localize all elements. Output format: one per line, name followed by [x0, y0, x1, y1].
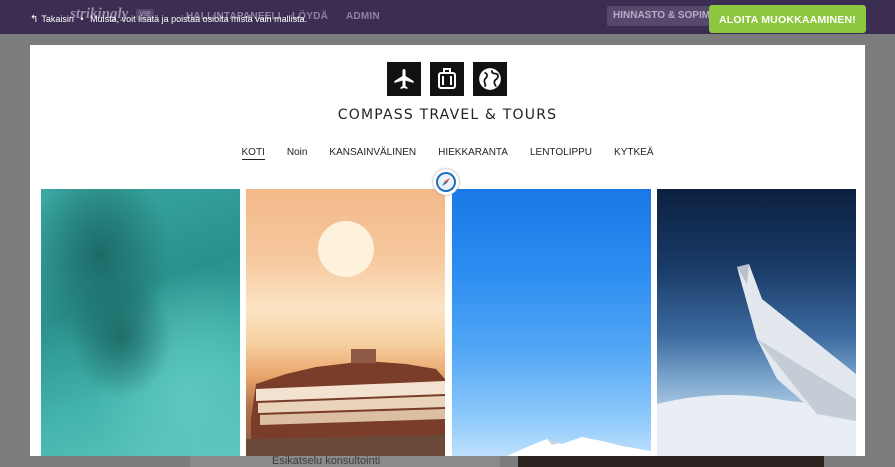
hint-message: Muista, voit lisätä ja poistaa osioita m… — [90, 14, 308, 24]
site-menu: KOTI Noin KANSAINVÄLINEN HIEKKARANTA LEN… — [30, 147, 865, 160]
site-title: COMPASS TRAVEL & TOURS — [337, 107, 558, 123]
ocean-aerial-image — [41, 189, 240, 456]
airplane-icon — [387, 62, 421, 96]
menu-item-international[interactable]: KANSAINVÄLINEN — [329, 147, 416, 160]
globe-icon — [473, 62, 507, 96]
hint-separator: • — [80, 14, 84, 24]
back-hint: ↰ Takaisin • Muista, voit lisätä ja poist… — [30, 14, 307, 25]
background-image — [518, 456, 824, 467]
template-preview-modal: COMPASS TRAVEL & TOURS KOTI Noin KANSAIN… — [30, 45, 865, 456]
menu-item-home[interactable]: KOTI — [241, 147, 265, 160]
menu-item-about[interactable]: Noin — [287, 147, 308, 160]
background-section-text: Esikatselu konsultointi — [272, 455, 381, 467]
airplane-wing-image — [657, 189, 856, 456]
blue-sky-image — [452, 189, 651, 456]
cruise-ship-image — [246, 189, 445, 456]
menu-item-beach[interactable]: HIEKKARANTA — [438, 147, 508, 160]
menu-item-flight[interactable]: LENTOLIPPU — [530, 147, 592, 160]
start-editing-button[interactable]: ALOITA MUOKKAAMINEN! — [709, 5, 866, 33]
suitcase-icon — [430, 62, 464, 96]
back-link[interactable]: ↰ Takaisin — [30, 14, 74, 25]
nav-pricing[interactable]: HINNASTO & SOPIMUS — [607, 6, 715, 26]
compass-icon — [433, 169, 459, 195]
back-arrow-icon: ↰ — [30, 14, 39, 25]
back-label: Takaisin — [41, 14, 74, 24]
menu-item-connect[interactable]: KYTKEÄ — [614, 147, 653, 160]
nav-admin[interactable]: ADMIN — [346, 11, 380, 22]
site-logo-icons — [387, 62, 507, 96]
